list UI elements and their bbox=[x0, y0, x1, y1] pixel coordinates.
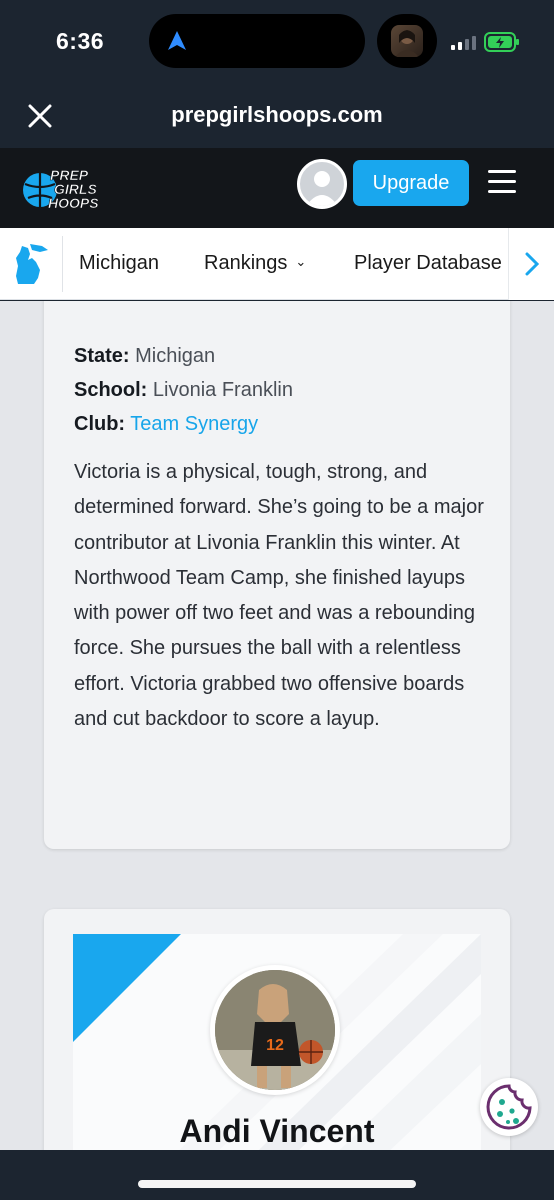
club-line: Club: Team Synergy bbox=[74, 413, 258, 436]
site-header: PREP GIRLS HOOPS bbox=[0, 148, 554, 228]
site-logo[interactable]: PREP GIRLS HOOPS bbox=[20, 160, 108, 216]
logo-line-hoops: HOOPS bbox=[48, 195, 99, 211]
club-link[interactable]: Team Synergy bbox=[130, 413, 258, 435]
user-avatar-icon[interactable] bbox=[297, 159, 347, 209]
browser-bar: prepgirlshoops.com bbox=[0, 90, 554, 148]
subnav-item-rankings[interactable]: Rankings ⌄ bbox=[204, 252, 306, 275]
player-name[interactable]: Andi Vincent bbox=[73, 1113, 481, 1150]
live-activity[interactable] bbox=[377, 14, 437, 68]
battery-charging-icon bbox=[484, 32, 519, 52]
page-content: State: Michigan School: Livonia Franklin… bbox=[0, 301, 554, 1150]
subnav-clip: Player Database bbox=[340, 228, 508, 300]
url-label: prepgirlshoops.com bbox=[171, 102, 383, 127]
state-label: State: bbox=[74, 345, 130, 367]
status-bar: 6:36 bbox=[0, 0, 554, 90]
school-value: Livonia Franklin bbox=[152, 379, 293, 401]
chevron-right-icon bbox=[525, 252, 540, 276]
contact-avatar bbox=[391, 25, 423, 57]
subnav-rankings-label: Rankings bbox=[204, 252, 288, 274]
bottom-bar bbox=[0, 1150, 554, 1200]
home-indicator[interactable] bbox=[138, 1180, 416, 1188]
subnav-item-player-database[interactable]: Player Database bbox=[354, 252, 502, 275]
player-bio: Victoria is a physical, tough, strong, a… bbox=[74, 461, 484, 731]
subnav-scroll-button[interactable] bbox=[508, 228, 554, 300]
player-profile-card: State: Michigan School: Livonia Franklin… bbox=[44, 301, 510, 849]
state-line: State: Michigan bbox=[74, 345, 215, 368]
jersey-number: 12 bbox=[266, 1037, 284, 1054]
player-card-inner: 12 Andi Vincent bbox=[73, 934, 481, 1150]
cookie-icon[interactable] bbox=[480, 1078, 538, 1136]
subnav-item-michigan[interactable]: Michigan bbox=[79, 252, 159, 275]
school-line: School: Livonia Franklin bbox=[74, 379, 293, 402]
hamburger-menu-icon[interactable] bbox=[488, 170, 516, 194]
school-label: School: bbox=[74, 379, 148, 401]
club-label: Club: bbox=[74, 413, 126, 435]
player-card-andi-vincent[interactable]: 12 Andi Vincent bbox=[44, 909, 510, 1150]
subnav-divider bbox=[62, 236, 63, 292]
cellular-signal-icon bbox=[451, 36, 476, 50]
state-value: Michigan bbox=[135, 345, 216, 367]
chevron-down-icon: ⌄ bbox=[295, 254, 307, 269]
status-time: 6:36 bbox=[56, 28, 105, 54]
dynamic-island bbox=[149, 14, 365, 68]
michigan-state-icon[interactable] bbox=[12, 242, 50, 286]
state-subnav: Michigan Rankings ⌄ Player Database bbox=[0, 228, 554, 300]
player-photo: 12 bbox=[210, 965, 340, 1095]
location-arrow-icon bbox=[168, 31, 186, 50]
upgrade-button[interactable]: Upgrade bbox=[353, 160, 469, 206]
